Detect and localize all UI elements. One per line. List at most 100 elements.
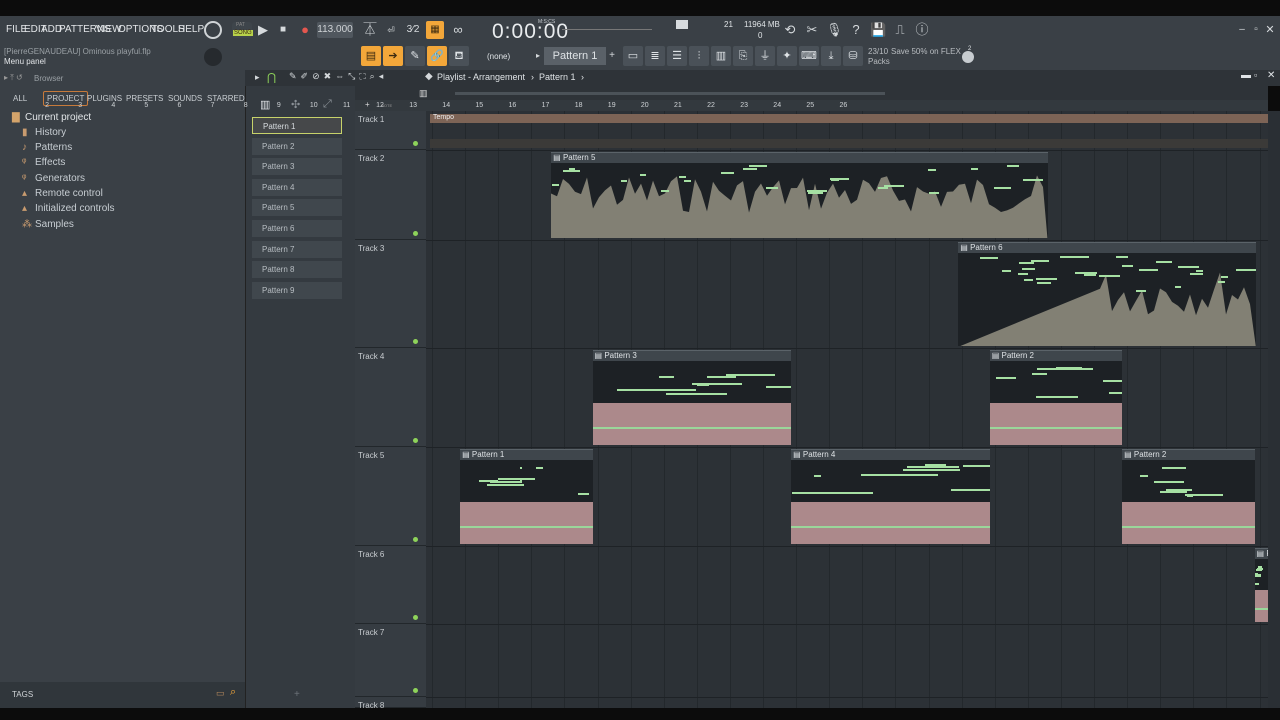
track-mute-led[interactable] — [413, 339, 418, 344]
playlist-tool-icons[interactable]: ✎✐⊘✖⇔⤡⛶⌕◂ — [289, 71, 387, 82]
arrangement-grid[interactable]: Tempo ▤ Pattern 5 ▤ Pattern 6 ▤ Pattern 3 ▤ … — [426, 111, 1268, 708]
browser-tab-all[interactable]: ALL — [13, 94, 27, 103]
automation-icon[interactable]: ⤢ — [323, 98, 332, 111]
add-pattern-plus[interactable]: + — [294, 689, 300, 700]
help-icon[interactable]: ? — [848, 22, 864, 38]
tree-effects[interactable]: Effects — [35, 157, 65, 168]
tree-patterns[interactable]: Patterns — [35, 142, 72, 153]
link-tool-icon[interactable]: 🔗 — [427, 46, 447, 66]
tree-history[interactable]: History — [35, 127, 66, 138]
time-display[interactable]: 0:00:00 — [492, 20, 569, 44]
tempo-display[interactable]: 113.000 — [317, 22, 353, 38]
browser-tab-plugins[interactable]: PLUGINS — [87, 94, 122, 103]
add-pattern-icon[interactable]: + — [607, 48, 617, 64]
playlist-view-icon[interactable]: ▤ — [361, 46, 381, 66]
track-mute-led[interactable] — [413, 688, 418, 693]
undo-icon[interactable]: ⟲ — [782, 22, 798, 38]
track-mute-led[interactable] — [413, 615, 418, 620]
loop-record-icon[interactable]: ∞ — [450, 22, 466, 38]
audio-clip-icon[interactable]: ✣ — [291, 98, 300, 111]
pattern-clip[interactable]: ▤ Pattern 1 — [460, 449, 593, 544]
render-icon[interactable]: ⤓ — [821, 46, 841, 66]
countdown-icon[interactable]: 3⁄2 — [404, 22, 422, 38]
playlist-window-icon[interactable]: ▭ — [623, 46, 643, 66]
cut-icon[interactable]: ✂ — [804, 22, 820, 38]
info-icon[interactable]: ⓘ — [914, 22, 930, 38]
plugin-picker-icon[interactable]: ✦ — [777, 46, 797, 66]
play-icon[interactable]: ▶ — [256, 22, 270, 38]
track-mute-led[interactable] — [413, 141, 418, 146]
playlist-minimize-icon[interactable]: ▬ — [1241, 70, 1251, 81]
playlist-menu-icon[interactable]: ◆ — [425, 71, 433, 82]
piano-icon[interactable]: ▥ — [260, 98, 270, 111]
record-icon[interactable]: ● — [298, 22, 312, 38]
horizontal-scroll-thumb[interactable] — [455, 92, 885, 95]
stamp-tool-icon[interactable]: ⛾ — [449, 46, 469, 66]
pattern-clip[interactable]: ▤ Pattern 3 — [592, 350, 792, 445]
pattern-list-item[interactable]: Pattern 9 — [252, 281, 342, 299]
pencil-tool-icon[interactable]: ✎ — [405, 46, 425, 66]
stop-icon[interactable]: ■ — [276, 22, 290, 38]
browser-window-icon[interactable]: ▥ — [711, 46, 731, 66]
browser-nav-icon[interactable]: ▸ ⤒ ↺ — [4, 73, 23, 83]
playlist-toolbar-icons[interactable]: ▸ — [255, 72, 260, 83]
tags-folder-icon[interactable]: ▭ — [216, 688, 225, 699]
pat-song-switch[interactable]: PAT SONG — [232, 22, 253, 38]
arrow-tool-icon[interactable]: ➔ — [383, 46, 403, 66]
mic-icon[interactable]: 🎙 — [826, 22, 843, 38]
track-header[interactable]: Track 6 — [355, 546, 426, 624]
pattern-clip[interactable]: ▤ Pattern 4 — [791, 449, 990, 544]
track-header[interactable]: Track 7 — [355, 624, 426, 697]
pattern-selector[interactable]: Pattern 1 — [544, 47, 606, 65]
track-mute-led[interactable] — [413, 537, 418, 542]
online-globe-icon[interactable] — [962, 51, 974, 63]
save-icon[interactable]: 💾 — [870, 22, 886, 38]
wait-input-icon[interactable]: ⏎ — [383, 22, 399, 38]
track-mute-led[interactable] — [413, 231, 418, 236]
plugin-icon[interactable]: ⎍ — [892, 22, 908, 38]
pattern-clip[interactable]: ▤ Pattern 2 — [1122, 449, 1255, 544]
store-icon[interactable]: ⛁ — [843, 46, 863, 66]
pattern-list-item[interactable]: Pattern 8 — [252, 261, 342, 279]
pattern-list-item[interactable]: Pattern 2 — [252, 137, 342, 155]
master-volume-knob[interactable] — [204, 21, 222, 39]
pattern-list-item[interactable]: Pattern 4 — [252, 178, 342, 196]
tree-generators[interactable]: Generators — [35, 173, 85, 184]
track-header[interactable]: Track 2 — [355, 150, 426, 240]
add-track-plus[interactable]: + — [365, 100, 370, 109]
maximize-icon[interactable]: ▫ — [1250, 22, 1262, 38]
tree-initialized-controls[interactable]: Initialized controls — [35, 203, 114, 214]
magnet-icon[interactable]: ⋂ — [267, 71, 276, 84]
pattern-list-item[interactable]: Pattern 3 — [252, 158, 342, 176]
mixer-icon[interactable]: ⫶ — [689, 46, 709, 66]
menu-help[interactable]: HELP — [178, 24, 204, 35]
header-piano-icon[interactable]: ▥ — [419, 88, 428, 99]
pattern-list-item[interactable]: Pattern 7 — [252, 240, 342, 258]
tree-remote-control[interactable]: Remote control — [35, 188, 103, 199]
close-icon[interactable]: ✕ — [1264, 22, 1276, 38]
track-mute-led[interactable] — [413, 438, 418, 443]
channel-icon[interactable]: ⎘ — [733, 46, 753, 66]
pattern-clip[interactable]: ▤ Pattern 6 — [958, 242, 1257, 346]
track-header[interactable]: Track 3 — [355, 240, 426, 348]
playlist-overview-bar[interactable] — [355, 86, 1268, 100]
tree-current-project[interactable]: Current project — [25, 112, 91, 123]
playlist-close-icon[interactable]: ✕ — [1267, 70, 1275, 81]
prev-pattern-icon[interactable]: ▸ — [533, 48, 543, 64]
pattern-clip[interactable]: ▤ Pattern 1 — [1254, 548, 1268, 622]
track-header[interactable]: Track 1 — [355, 111, 426, 150]
pattern-list-item[interactable]: Pattern 6 — [252, 220, 342, 237]
news-text[interactable]: Save 50% on FLEX — [891, 47, 961, 56]
vertical-scrollbar[interactable] — [1268, 111, 1280, 708]
browser-tab-sounds[interactable]: SOUNDS — [168, 94, 202, 103]
pattern-list-item[interactable]: Pattern 5 — [252, 199, 342, 217]
pitch-knob[interactable] — [204, 48, 222, 66]
pattern-list-item[interactable]: Pattern 1 — [252, 117, 342, 134]
track-header[interactable]: Track 8 — [355, 697, 426, 710]
piano-roll-icon[interactable]: ≣ — [645, 46, 665, 66]
playlist-maximize-icon[interactable]: ▫ — [1254, 70, 1257, 80]
tags-search-icon[interactable]: ⌕ — [230, 686, 236, 699]
blend-notes-icon[interactable]: ▦ — [426, 21, 444, 39]
tree-samples[interactable]: Samples — [35, 219, 74, 230]
metronome-icon[interactable]: ⏄ — [362, 22, 378, 38]
